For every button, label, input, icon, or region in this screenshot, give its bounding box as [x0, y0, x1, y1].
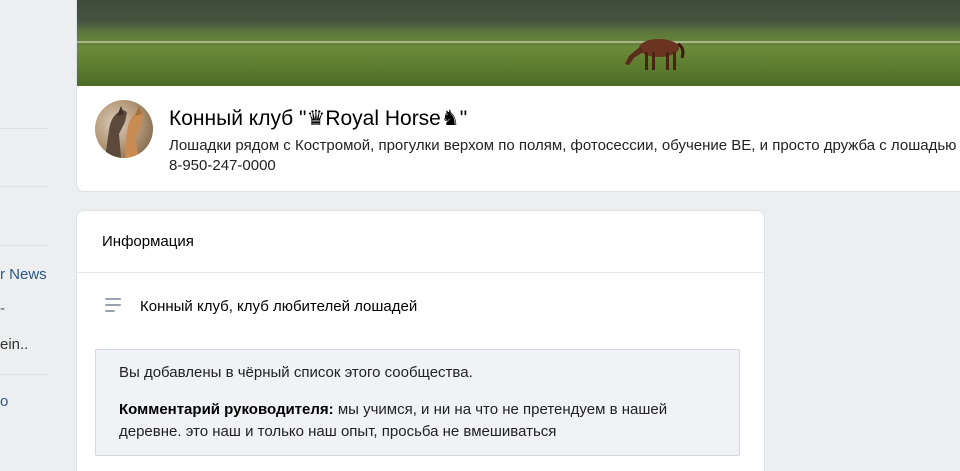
lines-icon	[103, 297, 123, 315]
sidebar-item[interactable]: -	[0, 300, 5, 317]
community-avatar[interactable]	[95, 100, 153, 158]
cover-trees	[77, 0, 960, 30]
sidebar-divider	[0, 186, 48, 187]
sidebar-item[interactable]: r News	[0, 266, 47, 283]
category-text: Конный клуб, клуб любителей лошадей	[140, 297, 418, 315]
community-header: Конный клуб "♛Royal Horse♞" Лошадки рядо…	[76, 0, 960, 192]
sidebar-divider	[0, 128, 48, 129]
cover-image	[77, 0, 960, 86]
community-title: Конный клуб "♛Royal Horse♞"	[169, 107, 468, 130]
notice-message: Вы добавлены в чёрный список этого сообщ…	[119, 364, 473, 381]
sidebar-divider	[0, 374, 48, 375]
horse-image	[625, 39, 685, 70]
sidebar-item[interactable]: ein..	[0, 336, 28, 353]
sidebar-divider	[0, 245, 48, 246]
category-row: Конный клуб, клуб любителей лошадей	[103, 297, 417, 315]
information-heading-label: Информация	[102, 233, 194, 250]
horses-avatar-icon	[105, 106, 143, 158]
blacklist-notice: Вы добавлены в чёрный список этого сообщ…	[95, 349, 740, 456]
sidebar-item[interactable]: o	[0, 393, 8, 410]
community-description: Лошадки рядом с Костромой, прогулки верх…	[169, 137, 957, 174]
information-card: Информация Конный клуб, клуб любителей л…	[76, 210, 765, 471]
admin-comment-label: Комментарий руководителя:	[119, 401, 334, 418]
left-sidebar: r News - ein.. o	[0, 0, 62, 471]
cover-fence	[77, 41, 960, 43]
information-heading: Информация	[77, 211, 764, 273]
admin-comment: Комментарий руководителя: мы учимся, и н…	[119, 399, 716, 443]
cover-field	[77, 46, 960, 86]
